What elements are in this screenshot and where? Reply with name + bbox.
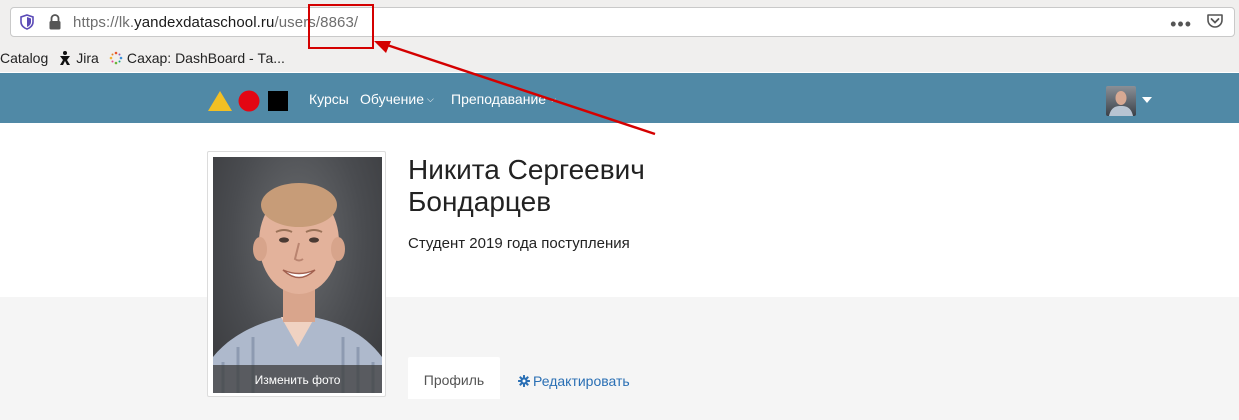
address-bar[interactable]: https://lk.yandexdataschool.ru/users/886…: [10, 7, 1235, 37]
nav-study[interactable]: Обучение ⌵: [360, 91, 434, 107]
tab-edit-label: Редактировать: [533, 373, 630, 389]
tab-profile-label: Профиль: [423, 372, 485, 388]
browser-chrome: https://lk.yandexdataschool.ru/users/886…: [0, 0, 1239, 72]
bookmarks-bar: Catalog Jira Сахар: DashBoard - Та...: [0, 48, 295, 68]
bookmark-label: Catalog: [0, 50, 49, 66]
nav-courses-label: Курсы: [309, 91, 349, 107]
tab-edit[interactable]: Редактировать: [518, 373, 630, 389]
url-prefix: https://lk.: [73, 14, 135, 31]
chevron-down-icon: ⌵: [427, 94, 434, 104]
url-domain: yandexdataschool.ru: [134, 14, 275, 31]
profile-subtitle: Студент 2019 года поступления: [408, 235, 630, 252]
bookmark-jira[interactable]: Jira: [58, 50, 99, 66]
change-photo-button[interactable]: Изменить фото: [213, 365, 382, 393]
profile-name: Никита Сергеевич Бондарцев: [408, 154, 645, 217]
bookmark-catalog[interactable]: Catalog: [0, 50, 48, 66]
bookmark-label: Сахар: DashBoard - Та...: [126, 50, 285, 66]
jira-icon: [60, 51, 71, 65]
sakhar-icon: [109, 51, 123, 65]
chevron-down-icon: ⌵: [549, 94, 556, 104]
tab-profile[interactable]: Профиль: [408, 357, 500, 399]
nav-study-label: Обучение: [360, 91, 425, 107]
gear-icon: [518, 375, 530, 387]
profile-photo-card: Изменить фото: [207, 151, 386, 397]
profile-tabs-section: [0, 297, 1239, 420]
pocket-icon[interactable]: [1206, 12, 1224, 35]
school-logo[interactable]: [208, 90, 290, 112]
nav-teaching[interactable]: Преподавание ⌵: [451, 91, 556, 107]
bookmark-label: Jira: [76, 50, 99, 66]
profile-photo: Изменить фото: [213, 157, 382, 393]
user-menu-caret-icon[interactable]: [1142, 97, 1152, 103]
nav-courses[interactable]: Курсы: [309, 91, 349, 107]
change-photo-label: Изменить фото: [254, 373, 341, 387]
tracking-shield-icon[interactable]: [20, 14, 34, 35]
annotation-highlight-box: [308, 4, 374, 49]
bookmark-sakhar[interactable]: Сахар: DashBoard - Та...: [109, 50, 285, 66]
site-navbar: Курсы Обучение ⌵ Преподавание ⌵: [0, 73, 1239, 123]
lock-icon[interactable]: [48, 13, 62, 36]
nav-teaching-label: Преподавание: [451, 91, 547, 107]
page-actions-icon[interactable]: •••: [1170, 14, 1192, 34]
user-avatar[interactable]: [1106, 86, 1136, 116]
